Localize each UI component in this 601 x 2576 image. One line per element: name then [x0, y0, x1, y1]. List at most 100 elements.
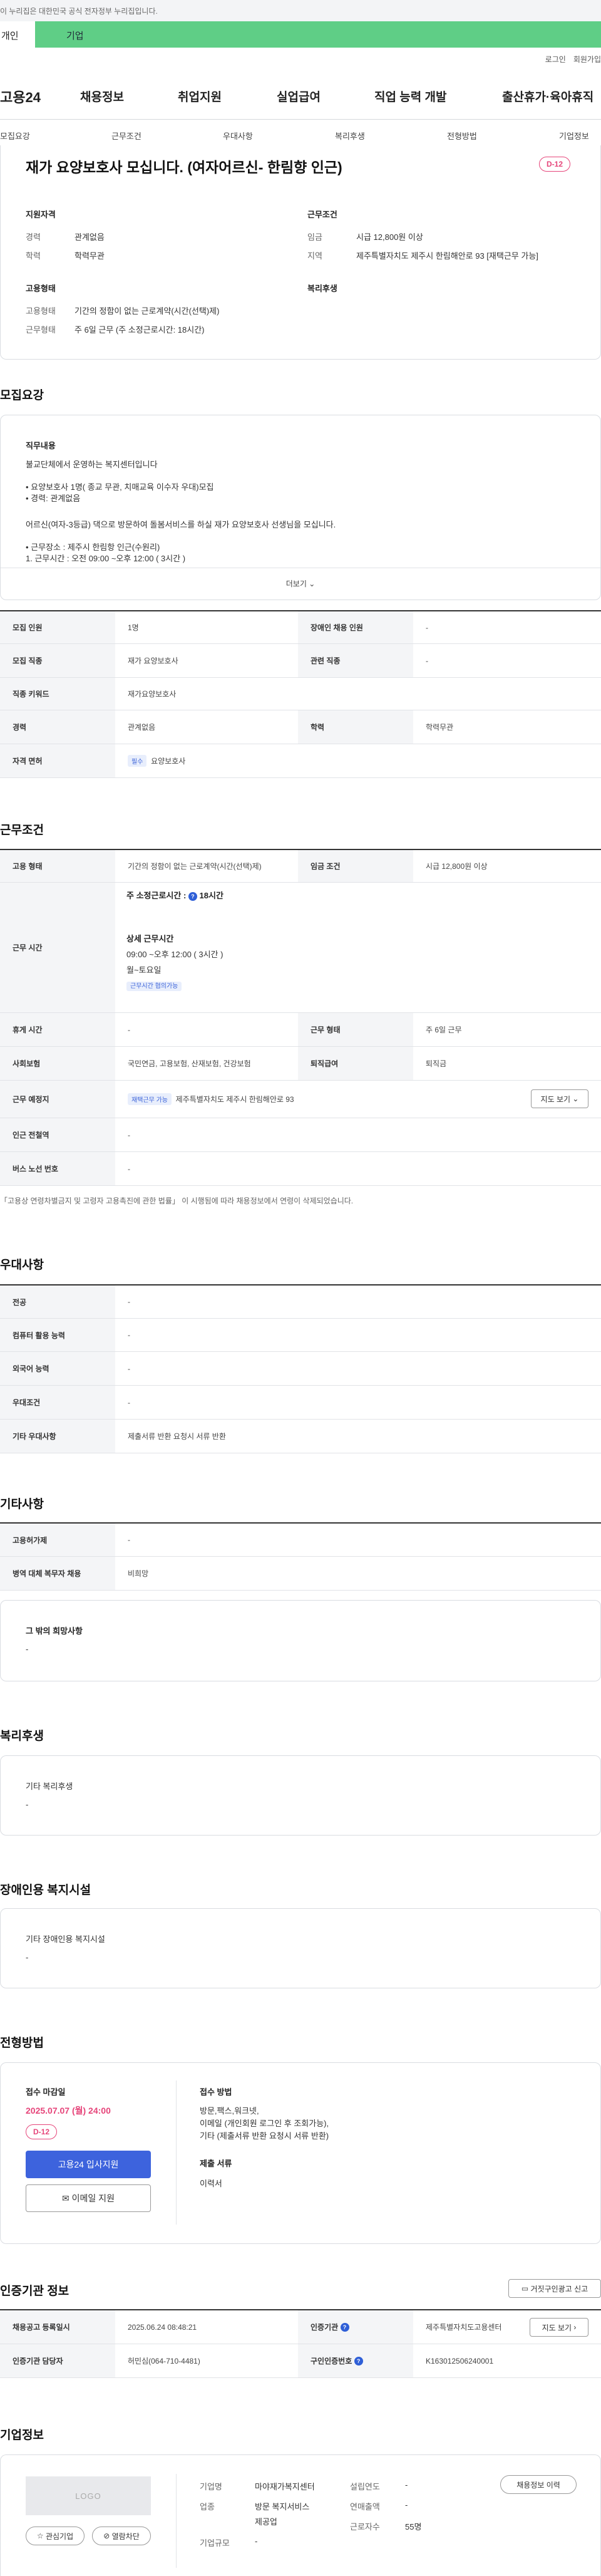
- table-header: 모집 직종: [0, 644, 115, 677]
- company-size: -: [255, 2537, 258, 2546]
- remote-chip: 재택근무 가능: [128, 1093, 172, 1105]
- email-apply-button[interactable]: ✉ 이메일 지원: [26, 2184, 151, 2212]
- user-type-tabs: 개인 기업: [0, 21, 601, 48]
- table-row: 버스 노선 번호 -: [0, 1152, 601, 1186]
- login-link[interactable]: 로그인: [545, 55, 566, 64]
- cond-value: 시급 12,800원 이상: [356, 232, 423, 242]
- conditions-heading: 근무조건: [307, 210, 337, 219]
- duty-bullet-text: 근무장소 : 제주시 한림항 인근(수원리): [31, 543, 160, 552]
- mail-icon: ✉: [62, 2193, 69, 2203]
- duty-bullet-text: 근무시간 : 오전 09:00 ~오후 12:00 ( 3시간 ): [34, 554, 186, 563]
- table-header: 외국어 능력: [0, 1352, 115, 1385]
- table-cell: 2025.06.24 08:48:21: [128, 2322, 197, 2332]
- table-header: 퇴직급여: [298, 1047, 413, 1080]
- cond-key: 지역: [307, 251, 322, 261]
- subnav-recruit[interactable]: 모집요강: [0, 130, 30, 142]
- sales-key: 연매출액: [350, 2502, 380, 2511]
- table-header: 근무 예정지: [0, 1081, 115, 1118]
- star-icon: ☆: [36, 2532, 44, 2540]
- report-fake-ad-button[interactable]: ▭ 거짓구인광고 신고: [508, 2279, 601, 2298]
- table-row: 사회보험 국민연금, 고용보험, 산재보험, 건강보험 퇴직급여 퇴직금: [0, 1047, 601, 1081]
- weekly-hours: 주 소정근로시간 : ? 18시간: [126, 889, 223, 901]
- table-header: 버스 노선 번호: [0, 1152, 115, 1185]
- employees-value: 55명: [405, 2522, 422, 2532]
- tab-individual[interactable]: 개인: [0, 21, 35, 48]
- table-header: 학력: [298, 710, 413, 744]
- employment-type-heading: 고용형태: [26, 284, 56, 293]
- deadline-date: 2025.07.07 (월) 24:00: [26, 2106, 111, 2116]
- table-row: 고용 형태 기간의 정함이 없는 근로계약(시간(선택)제) 임금 조건 시급 …: [0, 850, 601, 883]
- map-button[interactable]: 지도 보기 ⌄: [531, 1089, 588, 1108]
- info-icon[interactable]: ?: [354, 2356, 363, 2366]
- subnav-preference[interactable]: 우대사항: [223, 130, 253, 142]
- block-viewing-button[interactable]: ⊘ 열람차단: [92, 2527, 151, 2545]
- table-header: 기타 우대사항: [0, 1420, 115, 1453]
- table-row: 고용허가제 -: [0, 1524, 601, 1557]
- nav-employment-support[interactable]: 취업지원: [178, 88, 222, 105]
- dday-badge: D-12: [26, 2124, 58, 2139]
- table-row: 휴게 시간 - 근무 형태 주 6일 근무: [0, 1013, 601, 1047]
- qual-value: 학력무관: [74, 251, 105, 261]
- etc-table: 고용허가제 - 병역 대체 복무자 채용 비희망: [0, 1522, 601, 1591]
- table-cell: 주 6일 근무: [426, 1026, 462, 1034]
- hiring-history-button[interactable]: 채용정보 이력: [500, 2475, 577, 2494]
- table-header: 인근 전철역: [0, 1118, 115, 1151]
- nav-unemployment-benefit[interactable]: 실업급여: [277, 88, 321, 105]
- license-value: 요양보호사: [151, 757, 186, 766]
- nav-vocational-training[interactable]: 직업 능력 개발: [374, 88, 446, 105]
- method-line: 방문,팩스,워크넷,: [200, 2106, 259, 2116]
- recruit-table: 모집 인원 1명 장애인 채용 인원 - 모집 직종 재가 요양보호사 관련 직…: [0, 610, 601, 779]
- table-header: 고용 형태: [0, 850, 115, 882]
- favorite-company-button[interactable]: ☆ 관심기업: [26, 2527, 85, 2545]
- process-card: 접수 마감일 2025.07.07 (월) 24:00 D-12 고용24 입사…: [0, 2062, 601, 2244]
- other-wishes-card: 그 밖의 희망사항 -: [0, 1600, 601, 1681]
- table-header: 모집 인원: [0, 611, 115, 643]
- table-row: 모집 직종 재가 요양보호사 관련 직종 -: [0, 644, 601, 678]
- other-wishes-value: -: [26, 1644, 29, 1654]
- table-cell: -: [128, 1398, 130, 1407]
- table-row: 병역 대체 복무자 채용 비희망: [0, 1557, 601, 1591]
- block-label: 열람차단: [111, 2532, 140, 2541]
- sales-value: -: [405, 2500, 408, 2510]
- more-button[interactable]: 더보기 ⌄: [1, 568, 600, 599]
- company-biz: 제공업: [255, 2517, 277, 2527]
- subnav-company[interactable]: 기업정보: [559, 130, 589, 142]
- subnav-conditions[interactable]: 근무조건: [111, 130, 141, 142]
- welfare-value: -: [26, 1800, 29, 1809]
- apply-button-label: 고용24 입사지원: [58, 2159, 119, 2169]
- emp-value: 기간의 정함이 없는 근로계약(시간(선택)제): [74, 306, 220, 316]
- company-biz: 방문 복지서비스: [255, 2502, 310, 2511]
- nav-parental-leave[interactable]: 출산휴가·육아휴직: [502, 88, 593, 105]
- company-card: LOGO ☆ 관심기업 ⊘ 열람차단 기업명 마야재가복지센터 업종 방문 복지…: [0, 2454, 601, 2576]
- cert-number-label: 구인인증번호: [311, 2357, 352, 2366]
- table-cell: -: [128, 1331, 130, 1339]
- chevron-right-icon: ›: [573, 2323, 577, 2332]
- duty-bullet: • 경력: 관계없음: [26, 494, 81, 503]
- table-row: 인증기관 담당자 허민심(064-710-4481) 구인인증번호 ? K163…: [0, 2344, 601, 2378]
- table-cell: 기간의 정함이 없는 근로계약(시간(선택)제): [128, 862, 262, 871]
- favorite-label: 관심기업: [45, 2532, 74, 2541]
- company-logo-placeholder: LOGO: [26, 2476, 151, 2515]
- tab-company[interactable]: 기업: [35, 21, 601, 48]
- nav-job-info[interactable]: 채용정보: [80, 88, 124, 105]
- cond-key: 임금: [307, 232, 322, 242]
- company-name: 마야재가복지센터: [255, 2482, 315, 2491]
- report-label: 거짓구인광고 신고: [530, 2284, 588, 2293]
- gov-banner-text: 이 누리집은 대한민국 공식 전자정부 누리집입니다.: [0, 7, 158, 16]
- table-cell: 시급 12,800원 이상: [426, 862, 488, 871]
- subnav-welfare[interactable]: 복리후생: [335, 130, 365, 142]
- apply-button[interactable]: 고용24 입사지원: [26, 2151, 151, 2178]
- site-logo[interactable]: 고용24: [0, 86, 41, 106]
- signup-link[interactable]: 회원가입: [573, 55, 601, 64]
- other-wishes-heading: 그 밖의 희망사항: [26, 1626, 83, 1636]
- info-icon[interactable]: ?: [340, 2322, 349, 2332]
- table-cell: 재택근무 가능 제주특별자치도 제주시 한림해안로 93: [115, 1081, 491, 1118]
- info-icon[interactable]: ?: [188, 892, 197, 901]
- subnav-process[interactable]: 전형방법: [447, 130, 477, 142]
- established-value: -: [405, 2480, 408, 2490]
- agency-map-button[interactable]: 지도 보기 ›: [530, 2318, 588, 2337]
- table-row: 모집 인원 1명 장애인 채용 인원 -: [0, 611, 601, 644]
- table-cell: 관계없음: [128, 723, 156, 732]
- table-cell: 비희망: [128, 1569, 149, 1578]
- table-cell: K163012506240001: [426, 2356, 494, 2366]
